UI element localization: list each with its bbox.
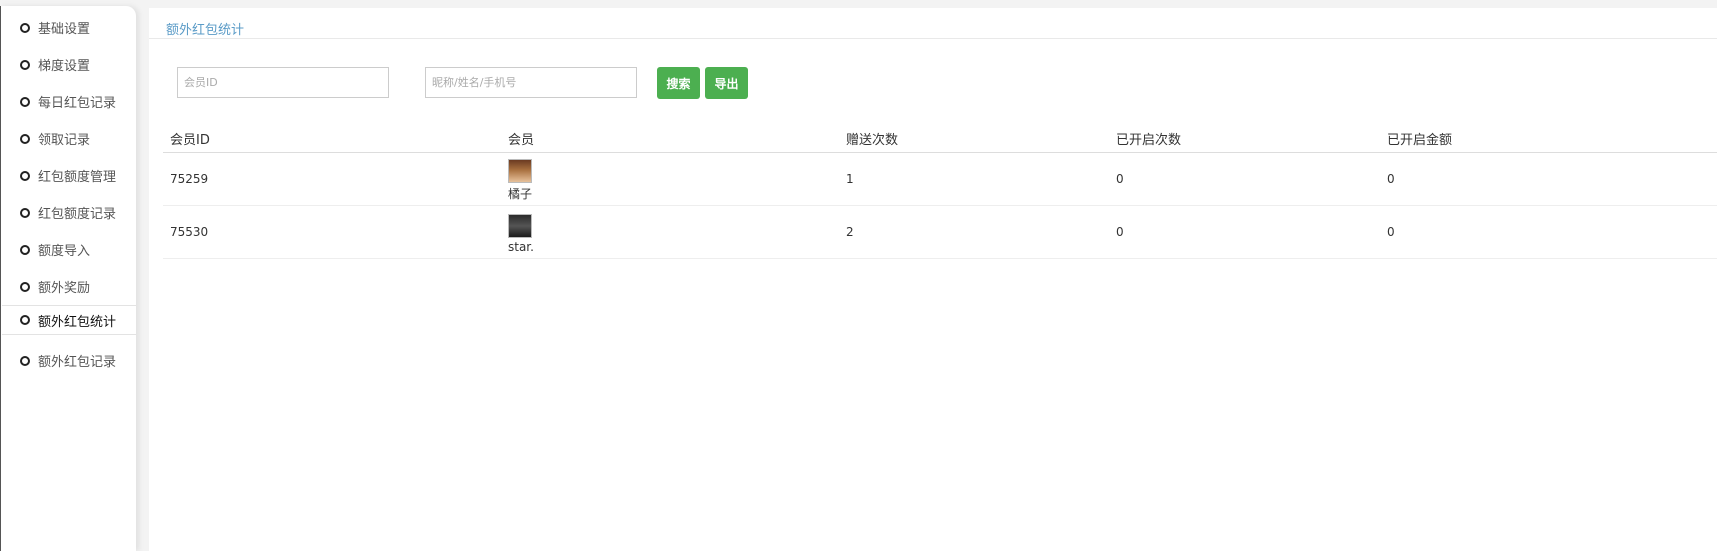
sidebar-item-label: 红包额度管理: [38, 170, 117, 185]
header-opened-count: 已开启次数: [1109, 125, 1380, 153]
cell-opened-amount: 0: [1380, 152, 1717, 206]
main-panel: 额外红包统计 搜索 导出 会员ID 会员 赠送次数 已开启次数 已开启金额 75…: [149, 8, 1717, 551]
sidebar-item-label: 额外红包统计: [38, 314, 117, 330]
table-row: 75259 橘子 1 0 0: [163, 152, 1717, 206]
cell-member: star.: [501, 205, 839, 259]
member-name: star.: [508, 239, 534, 254]
sidebar-item-quota-import[interactable]: 额度导入: [2, 231, 136, 268]
cell-opened-count: 0: [1109, 152, 1380, 206]
cell-gift-count: 2: [839, 205, 1109, 259]
sidebar-item-extra-rewards[interactable]: 额外奖励: [2, 268, 136, 305]
cell-gift-count: 1: [839, 152, 1109, 206]
header-opened-amount: 已开启金额: [1380, 125, 1717, 153]
search-button[interactable]: 搜索: [657, 67, 700, 99]
export-button[interactable]: 导出: [705, 67, 748, 99]
member-id-input[interactable]: [177, 67, 389, 98]
divider: [149, 38, 1717, 39]
sidebar-item-label: 梯度设置: [38, 59, 91, 74]
sidebar: 基础设置 梯度设置 每日红包记录 领取记录 红包额度管理 红包额度记录 额度导入…: [0, 6, 136, 551]
name-phone-input[interactable]: [425, 67, 637, 98]
table-header-row: 会员ID 会员 赠送次数 已开启次数 已开启金额: [163, 125, 1717, 153]
cell-opened-amount: 0: [1380, 205, 1717, 259]
circle-icon: [20, 207, 30, 218]
circle-icon: [20, 281, 30, 292]
circle-icon: [20, 133, 30, 144]
cell-member-id: 75530: [163, 205, 501, 259]
avatar: [508, 213, 532, 238]
circle-icon: [20, 170, 30, 181]
circle-icon: [20, 59, 30, 70]
sidebar-item-label: 额外奖励: [38, 281, 91, 296]
circle-icon: [20, 315, 30, 325]
cell-member: 橘子: [501, 152, 839, 206]
sidebar-item-label: 额度导入: [38, 244, 91, 259]
avatar: [508, 159, 532, 183]
sidebar-item-label: 每日红包记录: [38, 96, 117, 111]
cell-member-id: 75259: [163, 152, 501, 206]
header-gift-count: 赠送次数: [839, 125, 1109, 153]
page-title: 额外红包统计: [166, 23, 245, 38]
sidebar-item-label: 额外红包记录: [38, 355, 117, 370]
sidebar-item-claim-records[interactable]: 领取记录: [2, 120, 136, 157]
circle-icon: [20, 244, 30, 255]
sidebar-item-label: 基础设置: [38, 22, 91, 37]
sidebar-item-label: 红包额度记录: [38, 207, 117, 222]
circle-icon: [20, 22, 30, 33]
sidebar-item-label: 领取记录: [38, 133, 91, 148]
table-row: 75530 star. 2 0 0: [163, 205, 1717, 259]
sidebar-item-tier-settings[interactable]: 梯度设置: [2, 46, 136, 83]
circle-icon: [20, 96, 30, 107]
sidebar-item-quota-management[interactable]: 红包额度管理: [2, 157, 136, 194]
cell-opened-count: 0: [1109, 205, 1380, 259]
header-member-id: 会员ID: [163, 125, 501, 153]
stats-table: 会员ID 会员 赠送次数 已开启次数 已开启金额 75259 橘子 1 0 0 …: [163, 125, 1717, 259]
sidebar-item-extra-records[interactable]: 额外红包记录: [2, 342, 136, 379]
sidebar-item-extra-stats[interactable]: 额外红包统计: [2, 305, 136, 335]
sidebar-item-daily-records[interactable]: 每日红包记录: [2, 83, 136, 120]
member-name: 橘子: [508, 187, 533, 201]
sidebar-item-quota-records[interactable]: 红包额度记录: [2, 194, 136, 231]
circle-icon: [20, 355, 30, 366]
header-member: 会员: [501, 125, 839, 153]
sidebar-item-basic-settings[interactable]: 基础设置: [2, 9, 136, 46]
